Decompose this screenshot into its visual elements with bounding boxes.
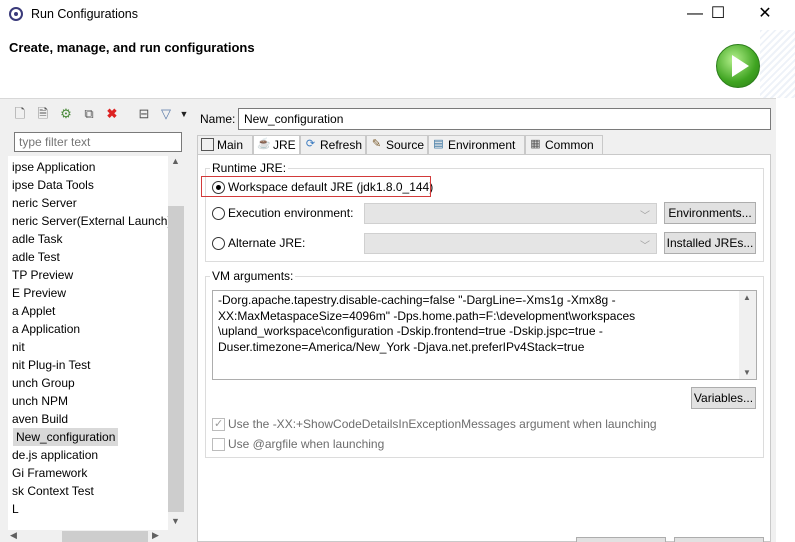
tab-label: Environment <box>448 138 516 152</box>
header-title: Create, manage, and run configurations <box>9 40 255 55</box>
dialog-button[interactable] <box>674 537 764 542</box>
vm-arguments-text[interactable]: -Dorg.apache.tapestry.disable-caching=fa… <box>218 293 638 355</box>
close-button[interactable]: ✕ <box>742 0 788 30</box>
run-icon <box>716 44 760 88</box>
show-code-details-checkbox[interactable]: ✓ <box>212 418 225 431</box>
alternate-jre-select[interactable]: ﹀ <box>364 233 657 254</box>
tree-item[interactable]: L <box>12 500 19 518</box>
tree-item[interactable]: TP Preview <box>12 266 73 284</box>
tab-source[interactable]: ✎ Source <box>366 135 428 154</box>
name-label: Name: <box>200 112 236 126</box>
execution-env-radio[interactable] <box>212 207 225 220</box>
tree-item[interactable]: a Application <box>12 320 80 338</box>
execution-env-select[interactable]: ﹀ <box>364 203 657 224</box>
use-argfile-checkbox[interactable] <box>212 438 225 451</box>
new-config-icon[interactable]: 🗋 <box>12 106 28 122</box>
installed-jres-button[interactable]: Installed JREs... <box>664 232 756 254</box>
chevron-down-icon: ﹀ <box>640 211 650 222</box>
use-argfile-label: Use @argfile when launching <box>228 437 385 451</box>
scroll-left-icon[interactable]: ◀ <box>10 530 17 541</box>
tab-refresh[interactable]: ⟳ Refresh <box>300 135 366 154</box>
tree-item[interactable]: Gi Framework <box>12 464 87 482</box>
tree-item[interactable]: a Applet <box>12 302 55 320</box>
environment-tab-icon: ▤ <box>433 138 444 150</box>
new-prototype-icon[interactable]: 🗎 <box>35 106 51 122</box>
show-code-details-label: Use the -XX:+ShowCodeDetailsInExceptionM… <box>228 417 657 431</box>
tree-item[interactable]: ipse Data Tools <box>12 176 94 194</box>
scroll-up-icon[interactable]: ▲ <box>743 293 751 302</box>
execution-env-label: Execution environment: <box>228 206 354 220</box>
collapse-all-icon[interactable]: ⊟ <box>136 106 152 122</box>
tab-main[interactable]: Main <box>197 135 253 154</box>
tab-jre[interactable]: ☕ JRE <box>253 135 300 155</box>
dialog-button[interactable] <box>576 537 666 542</box>
runtime-jre-label: Runtime JRE: <box>210 161 289 175</box>
tree-item[interactable]: neric Server <box>12 194 77 212</box>
tree-item-selected[interactable]: New_configuration <box>13 428 119 446</box>
chevron-down-icon: ﹀ <box>640 241 650 252</box>
tree-hscroll-thumb[interactable] <box>62 531 148 542</box>
export-icon[interactable]: ⚙ <box>58 106 74 122</box>
tree-item[interactable]: nit <box>12 338 25 356</box>
tab-label: Refresh <box>320 138 363 152</box>
vm-arguments-scrollbar[interactable]: ▲ ▼ <box>739 291 756 379</box>
tree-item[interactable]: neric Server(External Launch) <box>12 212 168 230</box>
tree-item[interactable]: ipse Application <box>12 158 95 176</box>
view-menu-icon[interactable]: ▼ <box>176 106 192 122</box>
alternate-jre-radio[interactable] <box>212 237 225 250</box>
tree-item[interactable]: nit Plug-in Test <box>12 356 91 374</box>
tab-label: Common <box>545 138 594 152</box>
scroll-up-icon[interactable]: ▲ <box>171 156 180 166</box>
name-field[interactable] <box>238 108 771 130</box>
checkmark-icon: ✓ <box>214 418 224 430</box>
alternate-jre-label: Alternate JRE: <box>228 236 306 250</box>
tree-item[interactable]: sk Context Test <box>12 482 94 500</box>
tree-item[interactable]: adle Task <box>12 230 62 248</box>
source-tab-icon: ✎ <box>371 138 382 150</box>
refresh-tab-icon: ⟳ <box>305 138 316 150</box>
scroll-right-icon[interactable]: ▶ <box>152 530 159 541</box>
delete-icon[interactable]: ✖ <box>104 106 120 122</box>
scroll-down-icon[interactable]: ▼ <box>743 368 751 377</box>
tab-environment[interactable]: ▤ Environment <box>428 135 525 154</box>
header-decoration <box>760 30 795 98</box>
vm-arguments-label: VM arguments: <box>210 269 296 283</box>
config-tree[interactable]: ipse Application ipse Data Tools neric S… <box>8 156 168 530</box>
tree-item[interactable]: E Preview <box>12 284 66 302</box>
vm-arguments-textarea[interactable]: -Dorg.apache.tapestry.disable-caching=fa… <box>212 290 757 380</box>
tab-common[interactable]: ▦ Common <box>525 135 603 154</box>
filter-icon[interactable]: ▽ <box>158 106 174 122</box>
tree-item[interactable]: adle Test <box>12 248 60 266</box>
background-window <box>776 98 795 542</box>
scroll-down-icon[interactable]: ▼ <box>171 516 180 526</box>
maximize-button[interactable]: ☐ <box>695 0 741 30</box>
main-tab-icon <box>201 138 214 151</box>
tree-scroll-thumb[interactable] <box>168 206 184 512</box>
duplicate-icon[interactable]: ⧉ <box>81 106 97 122</box>
filter-input[interactable] <box>14 132 182 152</box>
left-toolbar: 🗋 🗎 ⚙ ⧉ ✖ ⊟ ▽ ▼ <box>8 104 190 126</box>
jre-tab-icon: ☕ <box>257 138 271 150</box>
eclipse-app-icon <box>9 7 23 21</box>
common-tab-icon: ▦ <box>530 138 541 150</box>
tree-item[interactable]: de.js application <box>12 446 98 464</box>
tab-label: JRE <box>273 138 296 152</box>
tab-label: Main <box>217 138 244 152</box>
tree-item[interactable]: aven Build <box>12 410 68 428</box>
tree-item[interactable]: unch Group <box>12 374 75 392</box>
window-title: Run Configurations <box>31 7 139 21</box>
variables-button[interactable]: Variables... <box>691 387 756 409</box>
highlight-box <box>201 176 431 197</box>
tab-label: Source <box>386 138 425 152</box>
environments-button[interactable]: Environments... <box>664 202 756 224</box>
tree-item[interactable]: unch NPM <box>12 392 68 410</box>
